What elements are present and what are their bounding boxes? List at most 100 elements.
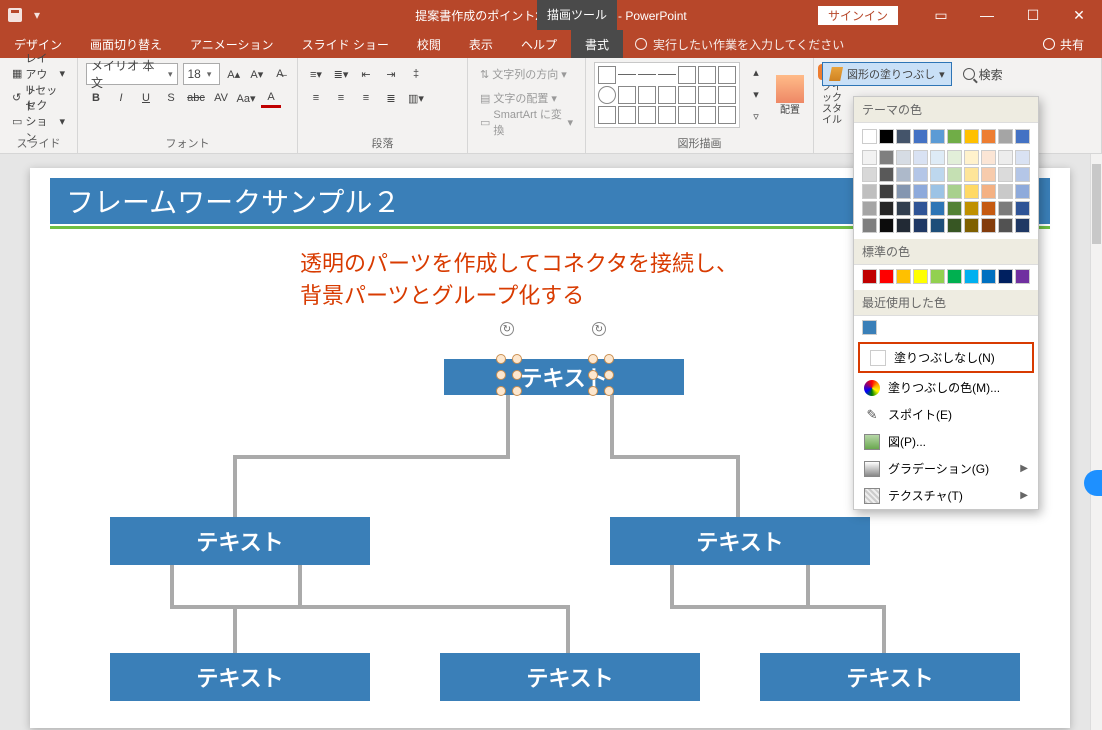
color-swatch[interactable] bbox=[879, 201, 894, 216]
color-swatch[interactable] bbox=[862, 184, 877, 199]
org-box[interactable]: テキスト bbox=[110, 653, 370, 701]
tab-transitions[interactable]: 画面切り替え bbox=[76, 30, 176, 58]
font-color-icon[interactable]: A bbox=[261, 88, 281, 108]
strike-icon[interactable]: abc bbox=[186, 88, 206, 108]
more-colors-option[interactable]: 塗りつぶしの色(M)... bbox=[854, 374, 1038, 401]
change-case-icon[interactable]: Aa▾ bbox=[236, 88, 256, 108]
color-swatch[interactable] bbox=[896, 269, 911, 284]
color-swatch[interactable] bbox=[862, 218, 877, 233]
color-swatch[interactable] bbox=[998, 269, 1013, 284]
color-swatch[interactable] bbox=[964, 218, 979, 233]
no-fill-option[interactable]: 塗りつぶしなし(N) bbox=[860, 344, 1032, 371]
color-swatch[interactable] bbox=[998, 167, 1013, 182]
resize-handle[interactable] bbox=[496, 386, 506, 396]
color-swatch[interactable] bbox=[879, 218, 894, 233]
color-swatch[interactable] bbox=[930, 150, 945, 165]
rotate-handle-icon[interactable] bbox=[592, 322, 606, 336]
spacing-icon[interactable]: AV bbox=[211, 88, 231, 108]
color-swatch[interactable] bbox=[879, 269, 894, 284]
tab-help[interactable]: ヘルプ bbox=[507, 30, 571, 58]
resize-handle[interactable] bbox=[512, 354, 522, 364]
line-spacing-icon[interactable]: ‡ bbox=[406, 64, 426, 84]
color-swatch[interactable] bbox=[896, 167, 911, 182]
color-swatch[interactable] bbox=[981, 129, 996, 144]
color-swatch[interactable] bbox=[879, 167, 894, 182]
justify-icon[interactable]: ≣ bbox=[381, 88, 401, 108]
color-swatch[interactable] bbox=[930, 184, 945, 199]
gallery-up-icon[interactable]: ▴ bbox=[746, 62, 766, 82]
color-swatch[interactable] bbox=[1015, 201, 1030, 216]
numbering-icon[interactable]: ≣▾ bbox=[331, 64, 351, 84]
color-swatch[interactable] bbox=[947, 218, 962, 233]
color-swatch[interactable] bbox=[981, 184, 996, 199]
org-box[interactable]: テキスト bbox=[610, 517, 870, 565]
color-swatch[interactable] bbox=[1015, 150, 1030, 165]
color-swatch[interactable] bbox=[930, 201, 945, 216]
shapes-gallery[interactable] bbox=[594, 62, 740, 128]
color-swatch[interactable] bbox=[947, 129, 962, 144]
color-swatch[interactable] bbox=[981, 167, 996, 182]
color-swatch[interactable] bbox=[862, 129, 877, 144]
color-swatch[interactable] bbox=[964, 167, 979, 182]
color-swatch[interactable] bbox=[913, 201, 928, 216]
resize-handle[interactable] bbox=[496, 370, 506, 380]
shrink-font-icon[interactable]: A▾ bbox=[248, 64, 266, 84]
color-swatch[interactable] bbox=[896, 150, 911, 165]
color-swatch[interactable] bbox=[913, 150, 928, 165]
share-button[interactable]: 共有 bbox=[1025, 30, 1102, 58]
color-swatch[interactable] bbox=[930, 129, 945, 144]
columns-icon[interactable]: ▥▾ bbox=[406, 88, 426, 108]
color-swatch[interactable] bbox=[947, 150, 962, 165]
qat-dropdown-icon[interactable]: ▾ bbox=[32, 8, 42, 22]
color-swatch[interactable] bbox=[930, 167, 945, 182]
ribbon-options-icon[interactable]: ▭ bbox=[918, 0, 964, 30]
save-icon[interactable] bbox=[8, 8, 22, 22]
section-button[interactable]: ▭ セクション▾ bbox=[8, 110, 69, 132]
resize-handle[interactable] bbox=[496, 354, 506, 364]
resize-handle[interactable] bbox=[512, 386, 522, 396]
indent-inc-icon[interactable]: ⇥ bbox=[381, 64, 401, 84]
org-box[interactable]: テキスト bbox=[440, 653, 700, 701]
org-box[interactable]: テキスト bbox=[760, 653, 1020, 701]
tellme-search[interactable]: 実行したい作業を入力してください bbox=[623, 30, 856, 58]
color-swatch[interactable] bbox=[862, 320, 877, 335]
color-swatch[interactable] bbox=[879, 184, 894, 199]
rotate-handle-icon[interactable] bbox=[500, 322, 514, 336]
color-swatch[interactable] bbox=[964, 184, 979, 199]
color-swatch[interactable] bbox=[964, 269, 979, 284]
clear-format-icon[interactable]: A̶ bbox=[271, 64, 289, 84]
color-swatch[interactable] bbox=[913, 218, 928, 233]
color-swatch[interactable] bbox=[1015, 184, 1030, 199]
eyedropper-option[interactable]: ✎ スポイト(E) bbox=[854, 401, 1038, 428]
color-swatch[interactable] bbox=[998, 184, 1013, 199]
scrollbar-thumb[interactable] bbox=[1092, 164, 1101, 244]
color-swatch[interactable] bbox=[947, 184, 962, 199]
resize-handle[interactable] bbox=[512, 370, 522, 380]
color-swatch[interactable] bbox=[896, 201, 911, 216]
color-swatch[interactable] bbox=[896, 184, 911, 199]
arrange-button[interactable]: 配置 bbox=[772, 62, 808, 128]
gallery-more-icon[interactable]: ▿ bbox=[746, 106, 766, 126]
color-swatch[interactable] bbox=[947, 167, 962, 182]
font-size-combo[interactable]: 18▾ bbox=[183, 63, 220, 85]
tab-view[interactable]: 表示 bbox=[455, 30, 507, 58]
gradient-fill-option[interactable]: グラデーション(G) ▶ bbox=[854, 455, 1038, 482]
resize-handle[interactable] bbox=[604, 370, 614, 380]
bold-icon[interactable]: B bbox=[86, 88, 106, 108]
resize-handle[interactable] bbox=[604, 354, 614, 364]
color-swatch[interactable] bbox=[964, 201, 979, 216]
color-swatch[interactable] bbox=[1015, 218, 1030, 233]
color-swatch[interactable] bbox=[998, 150, 1013, 165]
color-swatch[interactable] bbox=[896, 129, 911, 144]
texture-fill-option[interactable]: テクスチャ(T) ▶ bbox=[854, 482, 1038, 509]
indent-dec-icon[interactable]: ⇤ bbox=[356, 64, 376, 84]
shadow-icon[interactable]: S bbox=[161, 88, 181, 108]
grow-font-icon[interactable]: A▴ bbox=[225, 64, 243, 84]
tab-animations[interactable]: アニメーション bbox=[176, 30, 288, 58]
minimize-button[interactable]: — bbox=[964, 0, 1010, 30]
color-swatch[interactable] bbox=[998, 129, 1013, 144]
color-swatch[interactable] bbox=[930, 218, 945, 233]
gallery-down-icon[interactable]: ▾ bbox=[746, 84, 766, 104]
color-swatch[interactable] bbox=[981, 218, 996, 233]
align-center-icon[interactable]: ≡ bbox=[331, 88, 351, 108]
